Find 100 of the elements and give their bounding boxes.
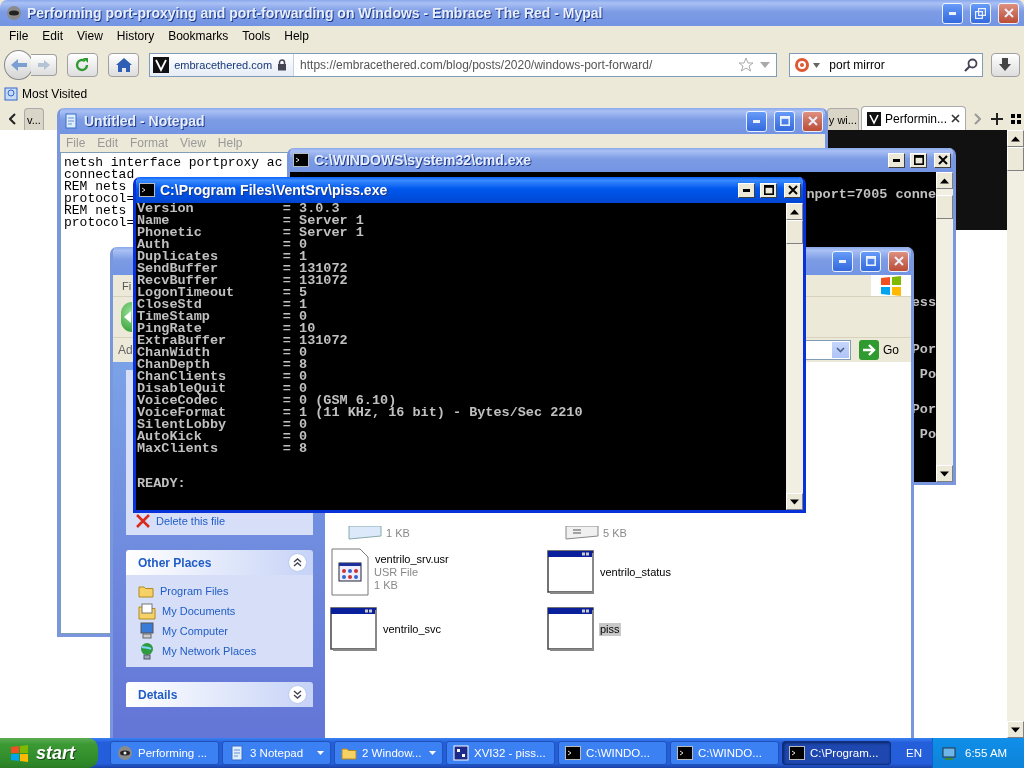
back-button[interactable] bbox=[4, 50, 34, 80]
console-line: TimeStamp = 0 bbox=[137, 311, 308, 323]
console-line: RecvBuffer = 131072 bbox=[137, 275, 348, 287]
file-name[interactable]: ventrilo_srv.usr bbox=[374, 552, 450, 566]
close-icon bbox=[937, 155, 948, 165]
scroll-thumb[interactable] bbox=[786, 220, 803, 244]
console-line: Duplicates = 1 bbox=[137, 251, 308, 263]
menu-item[interactable]: View bbox=[70, 27, 110, 45]
download-icon bbox=[998, 58, 1013, 72]
taskbar-button[interactable]: 2 Window... bbox=[334, 741, 443, 765]
window-title: Performing port-proxying and port-forwarding on Windows - Embrace The Red - Mypal bbox=[27, 5, 603, 21]
text-line: protocol= bbox=[64, 193, 135, 205]
forward-button[interactable] bbox=[31, 54, 57, 76]
console-line: AutoKick = 0 bbox=[137, 431, 308, 443]
file-name[interactable]: piss bbox=[599, 622, 621, 636]
dropdown-button[interactable] bbox=[831, 341, 850, 359]
file-name[interactable]: ventrilo_svc bbox=[382, 622, 443, 636]
console-prompt: READY: bbox=[137, 478, 186, 490]
scrollbar[interactable] bbox=[786, 203, 803, 510]
panel-header[interactable]: Details bbox=[126, 682, 313, 707]
scrollbar[interactable] bbox=[1007, 130, 1024, 738]
search-icon bbox=[963, 58, 978, 72]
collapse-button[interactable] bbox=[288, 553, 307, 572]
go-button[interactable]: Go bbox=[855, 340, 903, 360]
maximize-icon bbox=[913, 155, 924, 165]
scroll-up-button[interactable] bbox=[786, 203, 803, 220]
console-line: Version = 3.0.3 bbox=[137, 203, 340, 215]
menu-item[interactable]: File bbox=[2, 27, 36, 45]
back-button[interactable] bbox=[121, 302, 132, 332]
address-bar[interactable]: embracethered.com https://embracethered.com/blog/posts/2020/windows-port-forward/ bbox=[149, 53, 778, 77]
language-indicator[interactable]: EN bbox=[906, 747, 922, 759]
panel-title: Details bbox=[138, 687, 178, 702]
menu-item[interactable]: Tools bbox=[235, 27, 278, 45]
window-title: Untitled - Notepad bbox=[84, 113, 205, 129]
taskbar-button[interactable]: XVI32 - piss... bbox=[446, 741, 555, 765]
place-link[interactable]: My Documents bbox=[138, 601, 303, 621]
close-button[interactable] bbox=[934, 152, 951, 168]
menu-item[interactable]: Fi bbox=[122, 279, 132, 292]
console-line: Name = Server 1 bbox=[137, 215, 364, 227]
search-query: port mirror bbox=[829, 58, 885, 72]
scroll-down-button[interactable] bbox=[936, 465, 953, 482]
console-line: Auth = 0 bbox=[137, 239, 308, 251]
grid-icon bbox=[1011, 114, 1021, 124]
console-icon bbox=[565, 746, 581, 760]
panel-header[interactable]: Other Places bbox=[126, 550, 313, 575]
down-arrow-icon bbox=[1011, 726, 1020, 733]
scroll-thumb[interactable] bbox=[936, 195, 953, 219]
maximize-button[interactable] bbox=[910, 152, 927, 168]
menu-item[interactable]: History bbox=[109, 27, 162, 45]
taskbar-button[interactable]: C:\WINDO... bbox=[670, 741, 779, 765]
text-line: protocol= bbox=[64, 217, 135, 229]
restore-button[interactable] bbox=[970, 2, 991, 24]
home-button[interactable] bbox=[107, 53, 140, 77]
taskbar-button[interactable]: C:\Program... bbox=[782, 741, 891, 765]
place-link[interactable]: My Computer bbox=[138, 621, 303, 641]
network-icon bbox=[138, 642, 156, 660]
file-name[interactable]: ventrilo_status bbox=[599, 565, 672, 579]
taskbar-button[interactable]: 3 Notepad bbox=[222, 741, 331, 765]
search-field[interactable]: port mirror bbox=[789, 53, 983, 77]
task-link[interactable]: Delete this file bbox=[136, 511, 303, 531]
minimize-icon bbox=[743, 188, 750, 192]
scroll-thumb[interactable] bbox=[1007, 147, 1024, 171]
down-arrow-icon bbox=[790, 498, 799, 505]
down-arrow-icon bbox=[940, 470, 949, 477]
place-link[interactable]: Program Files bbox=[138, 581, 303, 601]
text-line: netsh interface portproxy ac bbox=[64, 157, 283, 169]
scroll-down-button[interactable] bbox=[1007, 721, 1024, 738]
scrollbar[interactable] bbox=[936, 172, 953, 482]
collapse-button[interactable] bbox=[288, 685, 307, 704]
console-line: VoiceFormat = 1 (11 KHz, 16 bit) - Bytes/Sec 2210 bbox=[137, 407, 583, 419]
minimize-button[interactable] bbox=[888, 152, 905, 168]
download-button[interactable] bbox=[990, 53, 1020, 77]
menu-item[interactable]: Edit bbox=[35, 27, 71, 45]
back-arrow-icon bbox=[9, 58, 28, 72]
maximize-button[interactable] bbox=[760, 182, 777, 198]
console-line: nport=7005 conne bbox=[806, 188, 936, 202]
address-field[interactable] bbox=[803, 340, 851, 360]
scroll-up-button[interactable] bbox=[936, 172, 953, 189]
close-button[interactable] bbox=[784, 182, 801, 198]
taskbar-button[interactable]: Performing ... bbox=[110, 741, 219, 765]
reload-button[interactable] bbox=[66, 53, 98, 77]
console-icon bbox=[293, 153, 309, 167]
bookmark-item[interactable]: Most Visited bbox=[4, 87, 88, 101]
console-line: SendBuffer = 131072 bbox=[137, 263, 348, 275]
place-link[interactable]: My Network Places bbox=[138, 641, 303, 661]
scroll-down-button[interactable] bbox=[786, 493, 803, 510]
file-size: 5 KB bbox=[603, 527, 627, 540]
browser-tab[interactable]: v... bbox=[24, 108, 44, 130]
browser-tab[interactable]: y wi... bbox=[826, 108, 859, 130]
scroll-up-button[interactable] bbox=[1007, 130, 1024, 147]
browser-tab[interactable]: Performin... bbox=[861, 106, 966, 130]
console-line: Phonetic = Server 1 bbox=[137, 227, 364, 239]
menu-item[interactable]: Help bbox=[277, 27, 316, 45]
start-button[interactable]: start bbox=[0, 738, 98, 768]
minimize-button[interactable] bbox=[738, 182, 755, 198]
menu-item[interactable]: Bookmarks bbox=[161, 27, 236, 45]
taskbar-button[interactable]: C:\WINDO... bbox=[558, 741, 667, 765]
chevron-up-icon bbox=[293, 558, 302, 567]
site-identity-button[interactable]: embracethered.com bbox=[150, 54, 295, 76]
home-icon bbox=[114, 57, 133, 73]
